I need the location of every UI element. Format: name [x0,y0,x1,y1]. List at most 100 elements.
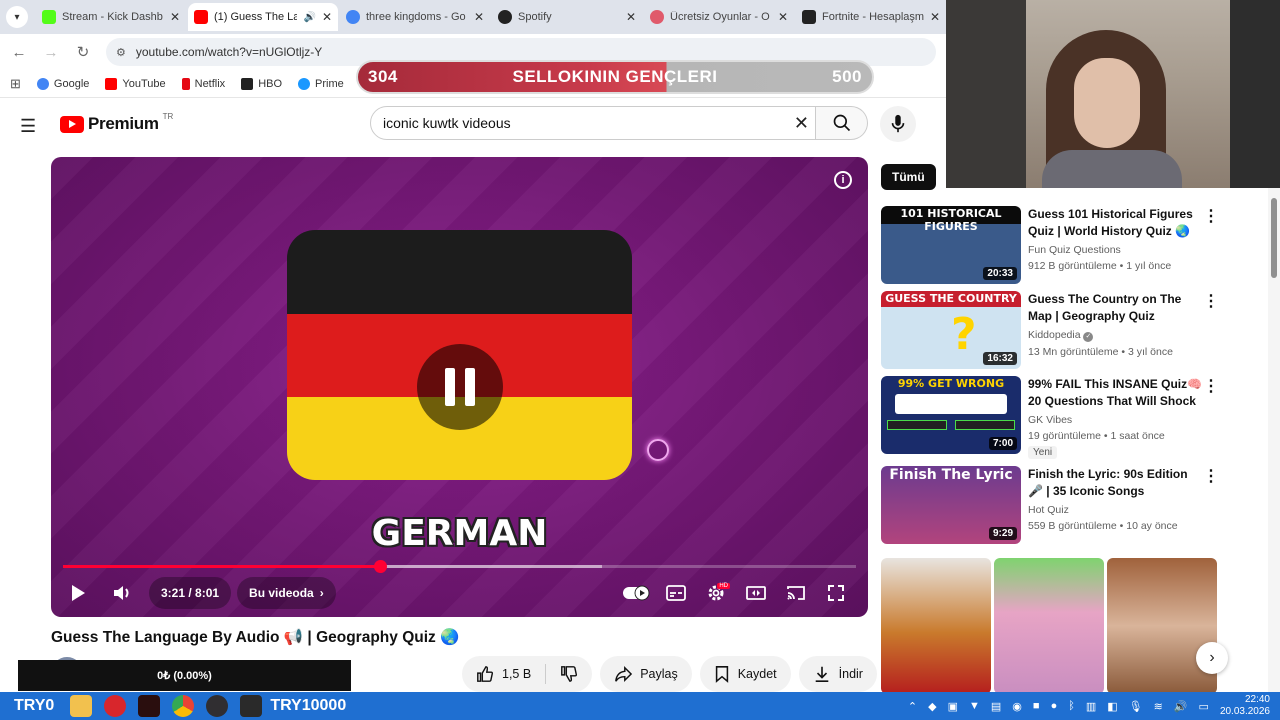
youtube-premium-logo[interactable]: Premium TR [60,112,173,134]
settings-button[interactable]: HD [696,583,736,603]
close-icon[interactable]: ✕ [626,10,636,24]
chip-all[interactable]: Tümü [881,164,936,190]
browser-tab[interactable]: Spotify ✕ [492,3,642,31]
bluetooth-icon[interactable]: ᛒ [1068,700,1075,712]
site-info-icon[interactable]: ⚙ [116,46,126,59]
recommendation-item[interactable]: Finish The Lyric 9:29 Finish the Lyric: … [881,460,1221,544]
recommendation-item[interactable]: 101 HISTORICAL FIGURES 20:33 Guess 101 H… [881,200,1221,284]
file-explorer-icon[interactable] [70,695,93,717]
recommendation-title[interactable]: 99% FAIL This INSANE Quiz🧠 20 Questions … [1028,376,1203,410]
browser-tab-active[interactable]: (1) Guess The La 🔊 ✕ [188,3,338,31]
volume-button[interactable] [103,583,143,603]
search-button[interactable] [816,106,868,140]
page-scrollbar[interactable] [1268,188,1280,692]
browser-tab[interactable]: Stream - Kick Dashb ✕ [36,3,186,31]
tray-app-icon[interactable]: ■ [1033,700,1040,712]
short-thumbnail[interactable] [881,558,991,694]
close-icon[interactable]: ✕ [170,10,180,24]
battery-icon[interactable]: ▭ [1199,700,1209,713]
more-vertical-icon[interactable]: ⋮ [1203,206,1219,226]
browser-tab[interactable]: three kingdoms - Go ✕ [340,3,490,31]
channel-name[interactable]: Kiddopedia ✓ [1028,329,1203,342]
back-arrow-icon[interactable]: ← [10,44,28,61]
tray-app-icon[interactable]: ◧ [1107,700,1117,713]
tray-app-icon[interactable]: ◉ [1012,700,1022,713]
forward-arrow-icon[interactable]: → [42,44,60,61]
obs-icon[interactable] [206,695,229,717]
more-vertical-icon[interactable]: ⋮ [1203,466,1219,486]
play-button[interactable] [63,584,93,602]
tray-app-icon[interactable]: ▣ [948,700,958,713]
clear-search-icon[interactable]: ✕ [794,113,809,134]
recommendation-title[interactable]: Guess 101 Historical Figures Quiz | Worl… [1028,206,1203,240]
browser-tab[interactable]: Ücretsiz Oyunlar - O ✕ [644,3,794,31]
voice-search-button[interactable] [880,106,916,142]
cast-icon [787,586,805,600]
apps-grid-icon[interactable]: ⊞ [10,76,21,92]
recommendation-item[interactable]: GUESS THE COUNTRY ? 16:32 Guess The Coun… [881,285,1221,369]
autoplay-toggle[interactable] [616,585,656,601]
short-thumbnail[interactable] [994,558,1104,694]
subtitles-button[interactable] [656,585,696,601]
video-player[interactable]: i GERMAN 3:21 / 8:01 Bu videoda › HD [51,157,868,617]
progress-bar[interactable] [63,560,856,573]
chrome-icon[interactable] [172,695,195,717]
reload-icon[interactable]: ↻ [74,43,92,61]
bookmark-hbo[interactable]: HBO [241,77,282,90]
channel-name[interactable]: Hot Quiz [1028,504,1203,516]
tray-app-icon[interactable]: ▼ [969,700,980,712]
epic-games-icon[interactable] [240,695,263,717]
bookmark-youtube[interactable]: YouTube [105,77,166,90]
speaker-icon[interactable]: 🔊 [303,12,315,23]
video-thumbnail[interactable]: GUESS THE COUNTRY ? 16:32 [881,291,1021,369]
tray-app-icon[interactable]: ● [1051,700,1058,712]
app-red-icon[interactable] [104,695,127,717]
more-vertical-icon[interactable]: ⋮ [1203,291,1219,311]
fullscreen-button[interactable] [816,584,856,602]
bookmark-label: Prime [315,77,344,90]
channel-name[interactable]: GK Vibes [1028,414,1203,426]
recommendation-title[interactable]: Guess The Country on The Map | Geography… [1028,291,1203,325]
pause-overlay-icon[interactable] [417,344,503,430]
video-thumbnail[interactable]: Finish The Lyric 9:29 [881,466,1021,544]
theater-mode-button[interactable] [736,585,776,601]
browser-tab[interactable]: Fortnite - Hesaplaşm ✕ [796,3,946,31]
share-button[interactable]: Paylaş [600,656,692,692]
tray-app-icon[interactable]: ▥ [1086,700,1096,713]
tab-search-icon[interactable]: ▾ [6,6,28,28]
cast-button[interactable] [776,585,816,601]
info-icon[interactable]: i [834,171,852,189]
wifi-icon[interactable]: ≋ [1154,700,1163,713]
search-input[interactable]: iconic kuwtk videous ✕ [370,106,816,140]
close-icon[interactable]: ✕ [778,10,788,24]
close-icon[interactable]: ✕ [474,10,484,24]
download-button[interactable]: İndir [798,656,877,692]
recommendation-title[interactable]: Finish the Lyric: 90s Edition 🎤 | 35 Ico… [1028,466,1203,500]
video-thumbnail[interactable]: 101 HISTORICAL FIGURES 20:33 [881,206,1021,284]
speaker-icon[interactable]: 🔊 [1174,700,1188,713]
tray-app-icon[interactable]: ◆ [928,700,936,713]
tray-app-icon[interactable]: ▤ [991,700,1001,713]
like-button[interactable]: 1,5 B [462,656,545,692]
save-button[interactable]: Kaydet [699,656,791,692]
video-thumbnail[interactable]: 99% GET WRONG 7:00 [881,376,1021,454]
recommendation-item[interactable]: 99% GET WRONG 7:00 99% FAIL This INSANE … [881,370,1221,459]
close-icon[interactable]: ✕ [930,10,940,24]
chevron-up-icon[interactable]: ⌃ [908,700,917,713]
channel-name[interactable]: Fun Quiz Questions [1028,244,1203,256]
close-icon[interactable]: ✕ [322,10,332,24]
app-dark-red-icon[interactable] [138,695,161,717]
system-clock[interactable]: 22:40 20.03.2026 [1220,694,1270,718]
chapter-button[interactable]: Bu videoda › [237,577,336,609]
dislike-button[interactable] [546,656,592,692]
more-vertical-icon[interactable]: ⋮ [1203,376,1219,396]
bookmark-netflix[interactable]: Netflix [181,77,225,90]
player-controls: 3:21 / 8:01 Bu videoda › HD [63,575,856,611]
chevron-right-icon[interactable]: › [1196,642,1228,674]
menu-hamburger-icon[interactable]: ☰ [20,116,36,137]
scrollbar-thumb[interactable] [1271,198,1277,278]
bookmark-google[interactable]: Google [36,77,89,90]
short-thumbnail[interactable] [1107,558,1217,694]
microphone-icon[interactable]: 🎙 [1129,700,1143,713]
bookmark-prime[interactable]: Prime [298,77,344,90]
